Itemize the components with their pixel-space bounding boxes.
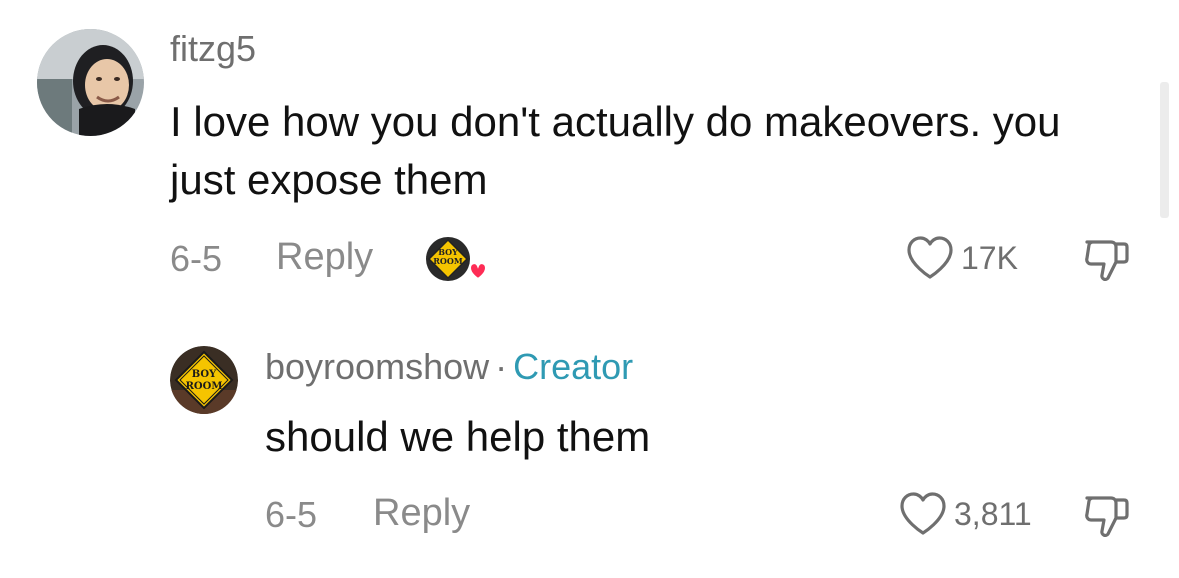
boy-room-sign-icon: BOY ROOM xyxy=(170,346,238,414)
creator-liked-icon: BOY ROOM xyxy=(426,237,488,281)
avatar[interactable] xyxy=(37,29,144,136)
svg-text:BOY: BOY xyxy=(192,369,217,380)
reply-username[interactable]: boyroomshow xyxy=(265,346,489,387)
like-count: 17K xyxy=(961,239,1018,276)
separator-dot: · xyxy=(495,346,508,387)
reply-to-reply-button[interactable]: Reply xyxy=(373,492,470,535)
reply-date: 6-5 xyxy=(265,494,318,535)
heart-icon xyxy=(907,236,953,279)
reply-like-button[interactable]: 3,811 xyxy=(898,490,1032,538)
heart-icon xyxy=(900,492,946,535)
thumbs-down-icon xyxy=(1085,240,1129,282)
svg-text:ROOM: ROOM xyxy=(186,381,223,392)
dislike-button[interactable] xyxy=(1082,234,1132,284)
reply-text: should we help them xyxy=(265,413,651,460)
svg-text:ROOM: ROOM xyxy=(433,256,463,266)
reply-like-count: 3,811 xyxy=(954,495,1032,532)
comments-panel: fitzg5 I love how you don't actually do … xyxy=(0,0,1179,578)
comment-date: 6-5 xyxy=(170,238,223,279)
comment-username[interactable]: fitzg5 xyxy=(170,28,256,70)
creator-badge: Creator xyxy=(513,346,634,387)
reply-username-line: boyroomshow · Creator xyxy=(265,346,633,388)
comment-text: I love how you don't actually do makeove… xyxy=(170,98,1061,203)
reply-dislike-button[interactable] xyxy=(1082,490,1132,540)
creator-avatar[interactable]: BOY ROOM xyxy=(170,346,238,414)
thumbs-down-icon xyxy=(1085,496,1129,538)
user-avatar-photo-icon xyxy=(37,29,144,136)
reply-button[interactable]: Reply xyxy=(276,236,373,279)
scrollbar[interactable] xyxy=(1160,82,1169,218)
creator-liked-badge: BOY ROOM xyxy=(424,235,488,285)
like-button[interactable]: 17K xyxy=(905,234,1018,282)
